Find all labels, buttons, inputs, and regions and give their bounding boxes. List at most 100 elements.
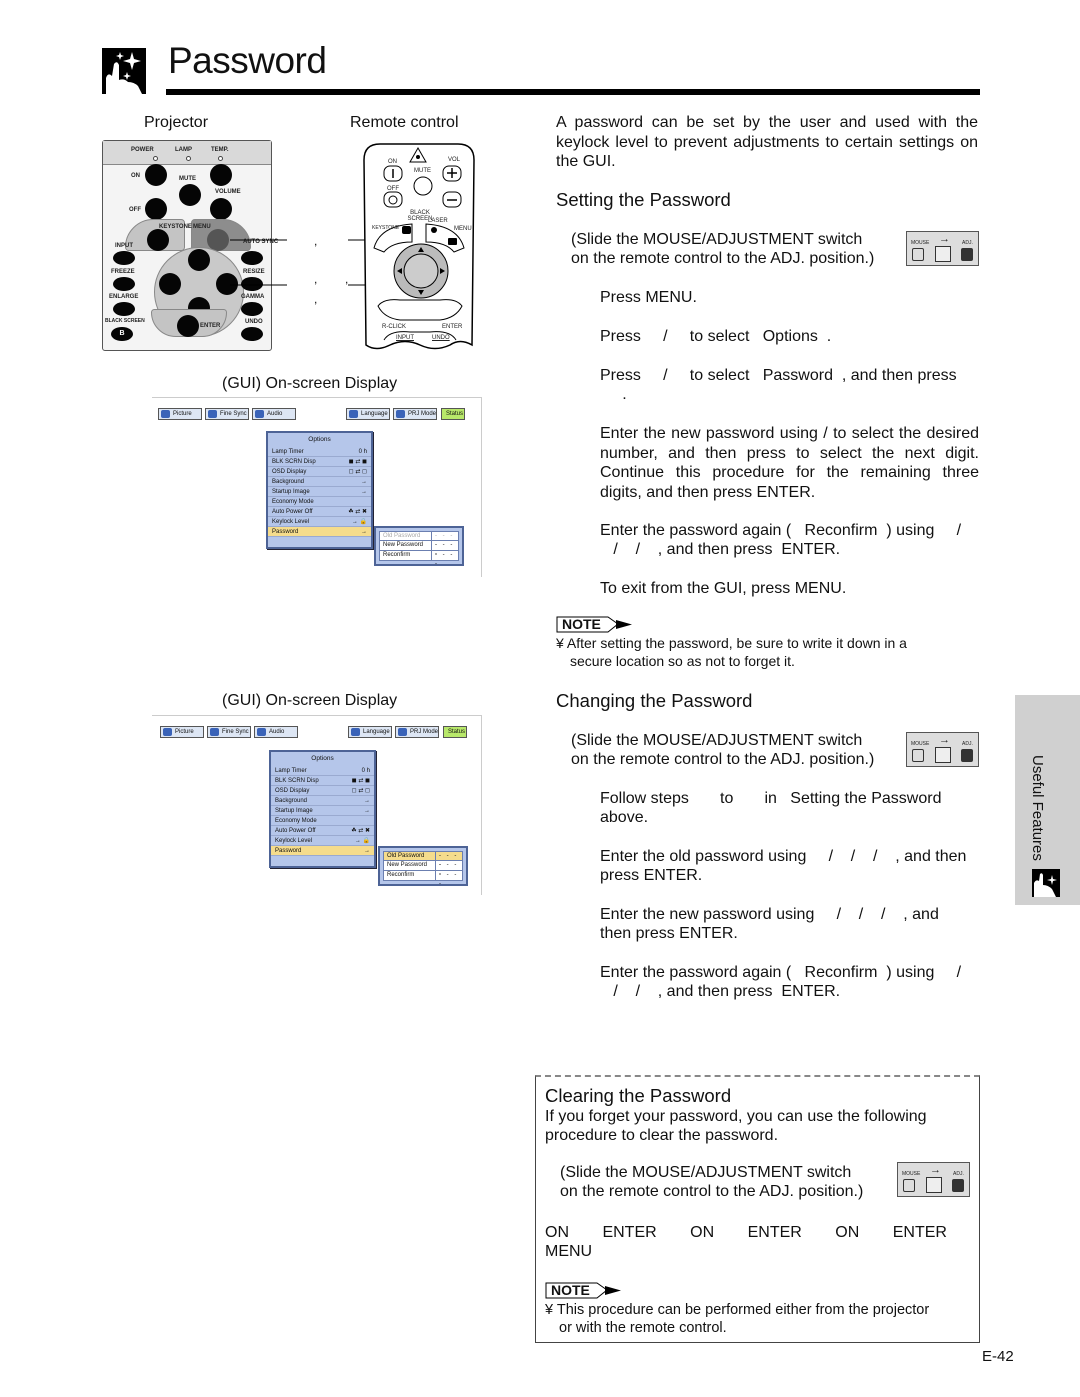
- menu-row-osd-display: OSD Display ◻ ⇄ ◻: [268, 467, 371, 477]
- up-button[interactable]: [188, 249, 210, 271]
- clearing-note-cont: or with the remote control.: [559, 1320, 727, 1336]
- menu-row-background: Background →: [268, 477, 371, 487]
- enter-button[interactable]: [177, 315, 199, 337]
- sequence-key: ON: [835, 1224, 860, 1241]
- undo-label: UNDO: [245, 319, 263, 325]
- remote-vol-label: VOL: [448, 157, 461, 163]
- menu-row-lamp-timer: Lamp Timer 0 h: [268, 447, 371, 457]
- page-title: Password: [168, 40, 327, 81]
- volume-up-button[interactable]: [210, 164, 232, 186]
- sequence-key: ENTER: [892, 1224, 947, 1241]
- page-number: E-42: [982, 1348, 1014, 1365]
- remote-off-label: OFF: [387, 186, 399, 192]
- volume-down-button[interactable]: [210, 198, 232, 220]
- setting-step: Enter the password again ( Reconfirm ) u…: [600, 522, 962, 539]
- remote-mute-label: MUTE: [414, 168, 431, 174]
- remote-keystone-label: KEYSTONE: [372, 225, 400, 231]
- mute-button[interactable]: [179, 184, 201, 206]
- keystone-label: KEYSTONE: [159, 224, 192, 230]
- title-rule: [166, 89, 980, 95]
- input-button[interactable]: [113, 251, 135, 265]
- gui-tab-audio: Audio: [254, 726, 298, 738]
- remote-input-label: INPUT: [396, 335, 414, 341]
- gui-tab-language: Language: [346, 408, 390, 420]
- menu-row-auto-power-off: Auto Power Off ☘ ⇄ ✖: [268, 507, 371, 517]
- remote-laser-label: LASER: [428, 218, 448, 224]
- gui-tab-prj-mode: PRJ Mode: [393, 408, 437, 420]
- menu-label: MENU: [193, 224, 211, 230]
- menu-row-keylock-level: Keylock Level → 🔒: [268, 517, 371, 527]
- switch-note: (Slide the MOUSE/ADJUSTMENT switch: [560, 1164, 852, 1181]
- volume-label: VOLUME: [215, 189, 241, 195]
- black-screen-button[interactable]: B: [111, 327, 133, 341]
- indicator-strip: POWER LAMP TEMP.: [103, 141, 271, 165]
- setting-heading: Setting the Password: [556, 189, 731, 210]
- sequence-key: ENTER: [602, 1224, 657, 1241]
- remote-enter-label: ENTER: [442, 324, 463, 330]
- lamp-led: [186, 156, 191, 161]
- password-submenu: Old Password - - - - New Password - - - - …: [374, 526, 464, 567]
- undo-button[interactable]: [241, 327, 263, 341]
- switch-note: on the remote control to the ADJ. positi…: [560, 1183, 864, 1200]
- keystone-button[interactable]: [147, 229, 169, 251]
- clearing-desc: procedure to clear the password.: [545, 1127, 779, 1144]
- on-button[interactable]: [145, 164, 167, 186]
- setting-note-cont: secure location so as not to forget it.: [570, 653, 795, 669]
- sparkle-hand-icon: [1032, 869, 1060, 897]
- clearing-heading: Clearing the Password: [545, 1085, 732, 1106]
- menu-row-lamp-timer: Lamp Timer 0 h: [271, 766, 374, 776]
- remote-rclick-label: R-CLICK: [382, 324, 407, 330]
- setting-step-cont: / / , and then press ENTER.: [600, 541, 841, 558]
- setting-step: Press / to select Options .: [600, 328, 832, 345]
- projector-label: Projector: [144, 114, 209, 131]
- enlarge-button[interactable]: [113, 302, 135, 316]
- menu-row-blk-scrn-disp: BLK SCRN Disp ◼ ⇄ ◼: [271, 776, 374, 786]
- note-badge: NOTE: [545, 1282, 623, 1299]
- gui-screenshot-changing: Picture Fine Sync Audio Language PRJ Mod…: [152, 715, 482, 895]
- power-led: [153, 156, 158, 161]
- options-menu: Options Lamp Timer 0 h BLK SCRN Disp ◼ ⇄ ◼…: [266, 431, 373, 549]
- gui-caption: (GUI) On-screen Display: [222, 375, 398, 392]
- gamma-button[interactable]: [241, 302, 263, 316]
- gui-tab-audio: Audio: [252, 408, 296, 420]
- lamp-indicator-label: LAMP: [175, 147, 192, 153]
- note-badge: NOTE: [556, 616, 634, 633]
- menu-row-startup-image: Startup Image →: [268, 487, 371, 497]
- switch-note: on the remote control to the ADJ. positi…: [571, 250, 875, 267]
- side-tab-label: Useful Features: [1029, 755, 1046, 861]
- menu-row-keylock-level: Keylock Level → 🔒: [271, 836, 374, 846]
- changing-step-cont: then press ENTER.: [600, 925, 738, 942]
- changing-heading: Changing the Password: [556, 690, 753, 711]
- off-label: OFF: [129, 207, 141, 213]
- callout-separator: ,: [314, 272, 318, 286]
- changing-step-cont: press ENTER.: [600, 867, 703, 884]
- temp-indicator-label: TEMP.: [211, 147, 229, 153]
- left-button[interactable]: [159, 273, 181, 295]
- gui-tab-language: Language: [348, 726, 392, 738]
- gui-tab-picture: Picture: [158, 408, 202, 420]
- gui-tab-fine-sync: Fine Sync: [205, 408, 249, 420]
- section-side-tab[interactable]: Useful Features: [1015, 695, 1080, 905]
- remote-undo-label: UNDO: [432, 335, 450, 341]
- power-indicator-label: POWER: [131, 147, 154, 153]
- mouse-adj-switch-graphic: MOUSE → ADJ.: [906, 732, 979, 767]
- remote-control-illustration: ON MUTE VOL OFF BLACK SCREEN LASER KEYST…: [360, 140, 478, 352]
- on-label: ON: [131, 173, 140, 179]
- gui-tab-fine-sync: Fine Sync: [207, 726, 251, 738]
- clearing-password-box: Clearing the Password If you forget your…: [535, 1075, 980, 1343]
- options-menu: Options Lamp Timer 0 h BLK SCRN Disp ◼ ⇄ ◼…: [269, 750, 376, 868]
- changing-step: Enter the new password using / / / , and: [600, 906, 939, 923]
- section-icon: [102, 48, 146, 94]
- freeze-button[interactable]: [113, 277, 135, 291]
- setting-step: Press / to select Password , and then pr…: [600, 367, 957, 384]
- sequence-key: ENTER: [747, 1224, 802, 1241]
- clearing-note: ¥ This procedure can be performed either…: [545, 1302, 930, 1318]
- off-button[interactable]: [145, 198, 167, 220]
- changing-step-cont: above.: [600, 809, 649, 826]
- menu-row-blk-scrn-disp: BLK SCRN Disp ◼ ⇄ ◼: [268, 457, 371, 467]
- setting-step: To exit from the GUI, press MENU.: [600, 580, 847, 597]
- enlarge-label: ENLARGE: [109, 294, 139, 300]
- mouse-adj-switch-graphic: MOUSE → ADJ.: [897, 1162, 970, 1197]
- switch-note: (Slide the MOUSE/ADJUSTMENT switch: [571, 732, 863, 749]
- switch-note: on the remote control to the ADJ. positi…: [571, 751, 875, 768]
